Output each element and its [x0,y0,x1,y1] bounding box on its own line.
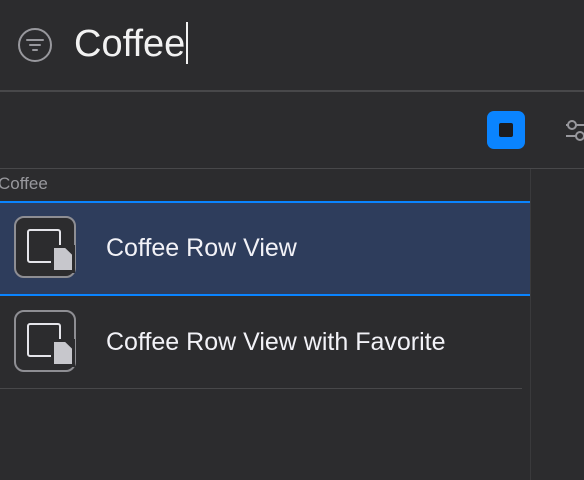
library-panel: Coffee Coffee Coffee Row View Coffee Row… [0,0,584,480]
text-caret [186,22,189,64]
square-grid-icon [499,123,513,137]
view-component-icon [14,310,76,372]
pane-separator[interactable] [530,169,531,480]
view-component-icon [14,216,76,278]
search-input[interactable]: Coffee [74,18,564,70]
row-divider [0,388,522,389]
toolbar-divider [0,168,584,169]
list-item-label: Coffee Row View [106,234,297,262]
list-item-coffee-row-view[interactable]: Coffee Row View [0,201,530,296]
search-input-value: Coffee [74,23,186,65]
list-item-label: Coffee Row View with Favorite [106,328,446,356]
section-header: Coffee [0,174,48,193]
list-item-coffee-row-view-with-favorite[interactable]: Coffee Row View with Favorite [0,296,530,389]
filter-icon[interactable] [17,27,53,63]
toolbar [0,92,584,168]
sliders-icon[interactable] [562,116,584,144]
grid-toggle-button[interactable] [487,111,525,149]
search-bar: Coffee [0,0,584,90]
